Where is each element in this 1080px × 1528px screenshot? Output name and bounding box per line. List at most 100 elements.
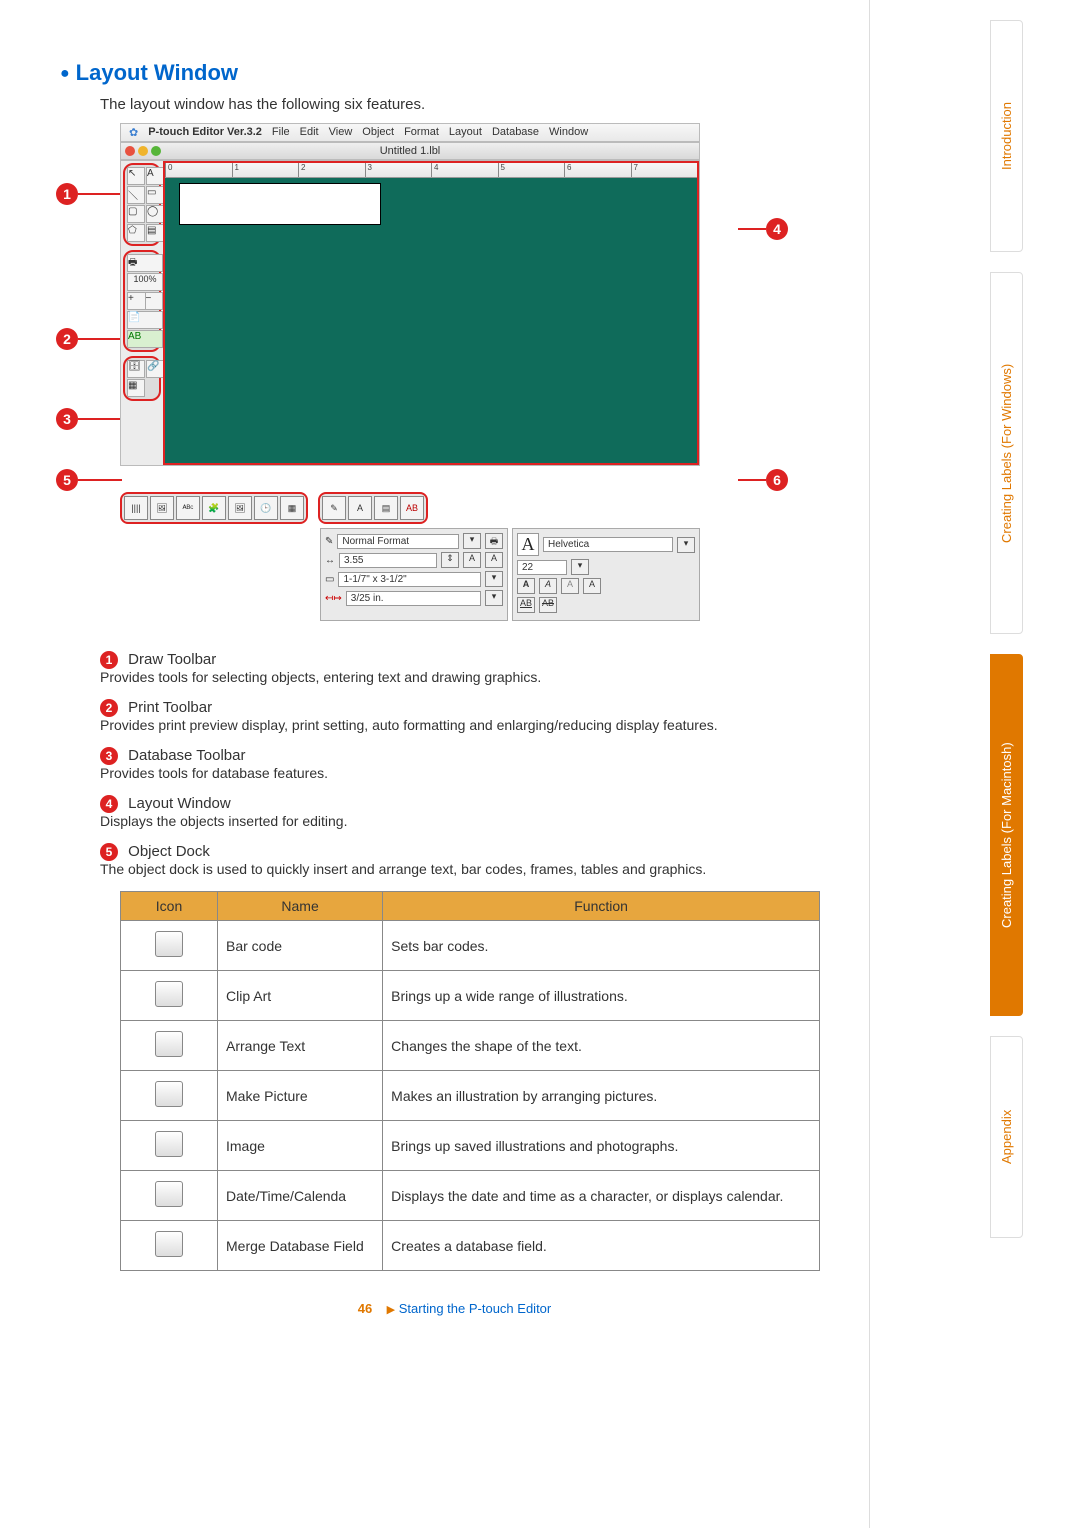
orient-landscape-icon[interactable]: A (485, 552, 503, 568)
minimize-icon[interactable] (138, 146, 148, 156)
zoom-buttons[interactable]: +− (127, 292, 163, 310)
feature-5-desc: The object dock is used to quickly inser… (100, 861, 849, 877)
menu-view[interactable]: View (329, 126, 353, 139)
close-icon[interactable] (125, 146, 135, 156)
margin-select[interactable]: 3/25 in. (346, 591, 481, 606)
db-open-icon[interactable]: 🗄 (127, 360, 145, 378)
format-dropdown-icon[interactable]: ▾ (463, 533, 481, 549)
db-link-icon[interactable]: 🔗 (146, 360, 164, 378)
shadow-icon[interactable]: A (583, 578, 601, 594)
feature-4-desc: Displays the objects inserted for editin… (100, 813, 849, 829)
zoom-readout: 100% (127, 273, 163, 291)
menu-layout[interactable]: Layout (449, 126, 482, 139)
badge-3: 3 (100, 747, 118, 765)
page-number: 46 (358, 1301, 372, 1316)
rect-tool-icon[interactable]: ▭ (146, 186, 164, 204)
table-row: Image Brings up saved illustrations and … (121, 1121, 820, 1171)
cell-func: Displays the date and time as a characte… (383, 1171, 820, 1221)
style-dock: ✎ A ▤ AB (318, 492, 428, 524)
strike-icon[interactable]: AB (539, 597, 557, 613)
tab-macintosh[interactable]: Creating Labels (For Macintosh) (990, 654, 1023, 1016)
auto-format-icon[interactable]: AB (127, 330, 163, 348)
datetime-icon[interactable]: 🕒 (254, 496, 278, 520)
font-dropdown-icon[interactable]: ▾ (677, 537, 695, 553)
text-tool-icon[interactable]: A (146, 167, 164, 185)
breadcrumb-link[interactable]: Starting the P-touch Editor (399, 1301, 551, 1316)
merge-db-icon[interactable]: ▦ (280, 496, 304, 520)
app-title: P-touch Editor Ver.3.2 (148, 126, 262, 139)
tab-appendix[interactable]: Appendix (990, 1036, 1023, 1238)
layout-icon[interactable]: ▤ (374, 496, 398, 520)
italic-icon[interactable]: A (539, 578, 557, 594)
barcode-icon[interactable]: |||| (124, 496, 148, 520)
cell-name: Date/Time/Calenda (218, 1171, 383, 1221)
arrange-text-icon[interactable]: ᴬᴮᶜ (176, 496, 200, 520)
ellipse-tool-icon[interactable]: ◯ (146, 205, 164, 223)
frame-tool-icon[interactable]: ▤ (146, 224, 164, 242)
margin-dropdown-icon[interactable]: ▾ (485, 590, 503, 606)
db-table-icon[interactable]: ▦ (127, 379, 145, 397)
ruler-horizontal: 0 1 2 3 4 5 6 7 (165, 163, 697, 178)
text-a-icon[interactable]: A (348, 496, 372, 520)
tab-windows[interactable]: Creating Labels (For Windows) (990, 272, 1023, 634)
tab-introduction[interactable]: Introduction (990, 20, 1023, 252)
doc-title: Untitled 1.lbl (380, 145, 441, 157)
cell-func: Changes the shape of the text. (383, 1021, 820, 1071)
print-icon[interactable]: 🖶 (485, 533, 503, 549)
cell-name: Clip Art (218, 971, 383, 1021)
make-picture-icon[interactable]: 🧩 (202, 496, 226, 520)
style-icon[interactable]: ✎ (322, 496, 346, 520)
print-setting-icon[interactable]: 📄 (127, 311, 163, 329)
orient-portrait-icon[interactable]: A (463, 552, 481, 568)
feature-1-desc: Provides tools for selecting objects, en… (100, 669, 849, 685)
cell-name: Merge Database Field (218, 1221, 383, 1271)
badge-4: 4 (100, 795, 118, 813)
width-input[interactable]: 3.55 (339, 553, 437, 568)
database-toolbar: 🗄 🔗 ▦ (123, 356, 161, 401)
menu-window[interactable]: Window (549, 126, 588, 139)
label-preview[interactable] (179, 183, 381, 225)
apple-menu-icon[interactable]: ✿ (129, 126, 138, 139)
menu-database[interactable]: Database (492, 126, 539, 139)
layout-window[interactable]: 0 1 2 3 4 5 6 7 (163, 161, 699, 465)
feature-3-desc: Provides tools for database features. (100, 765, 849, 781)
size-icon: ▭ (325, 574, 334, 585)
font-select[interactable]: Helvetica (543, 537, 673, 552)
ab-icon[interactable]: AB (400, 496, 424, 520)
table-row: Arrange Text Changes the shape of the te… (121, 1021, 820, 1071)
pencil-icon[interactable]: ✎ (325, 536, 333, 547)
size-dropdown-icon[interactable]: ▾ (485, 571, 503, 587)
menu-format[interactable]: Format (404, 126, 439, 139)
print-preview-icon[interactable]: 🖶 (127, 254, 163, 272)
font-size-input[interactable]: 22 (517, 560, 567, 575)
size-select[interactable]: 1-1/7" x 3-1/2" (338, 572, 481, 587)
image-icon (155, 1131, 183, 1157)
font-a-icon: A (517, 533, 539, 556)
image-icon[interactable]: 🖼 (228, 496, 252, 520)
poly-tool-icon[interactable]: ⬠ (127, 224, 145, 242)
font-size-dropdown-icon[interactable]: ▾ (571, 559, 589, 575)
menu-edit[interactable]: Edit (300, 126, 319, 139)
bold-icon[interactable]: A (517, 578, 535, 594)
datetime-icon (155, 1181, 183, 1207)
cell-func: Sets bar codes. (383, 921, 820, 971)
line-tool-icon[interactable]: ＼ (127, 186, 145, 204)
outline-icon[interactable]: A (561, 578, 579, 594)
menu-file[interactable]: File (272, 126, 290, 139)
cell-func: Brings up a wide range of illustrations. (383, 971, 820, 1021)
object-dock: |||| 🖼 ᴬᴮᶜ 🧩 🖼 🕒 ▦ (120, 492, 308, 524)
pointer-tool-icon[interactable]: ↖ (127, 167, 145, 185)
callout-4: 4 (766, 218, 788, 240)
clipart-icon[interactable]: 🖼 (150, 496, 174, 520)
feature-2-desc: Provides print preview display, print se… (100, 717, 849, 733)
make-picture-icon (155, 1081, 183, 1107)
width-step-icon[interactable]: ⇕ (441, 552, 459, 568)
zoom-icon[interactable] (151, 146, 161, 156)
roundrect-tool-icon[interactable]: ▢ (127, 205, 145, 223)
clipart-icon (155, 981, 183, 1007)
menu-object[interactable]: Object (362, 126, 394, 139)
underline-icon[interactable]: AB (517, 597, 535, 613)
section-intro: The layout window has the following six … (100, 96, 849, 113)
cell-name: Image (218, 1121, 383, 1171)
format-name-select[interactable]: Normal Format (337, 534, 459, 549)
